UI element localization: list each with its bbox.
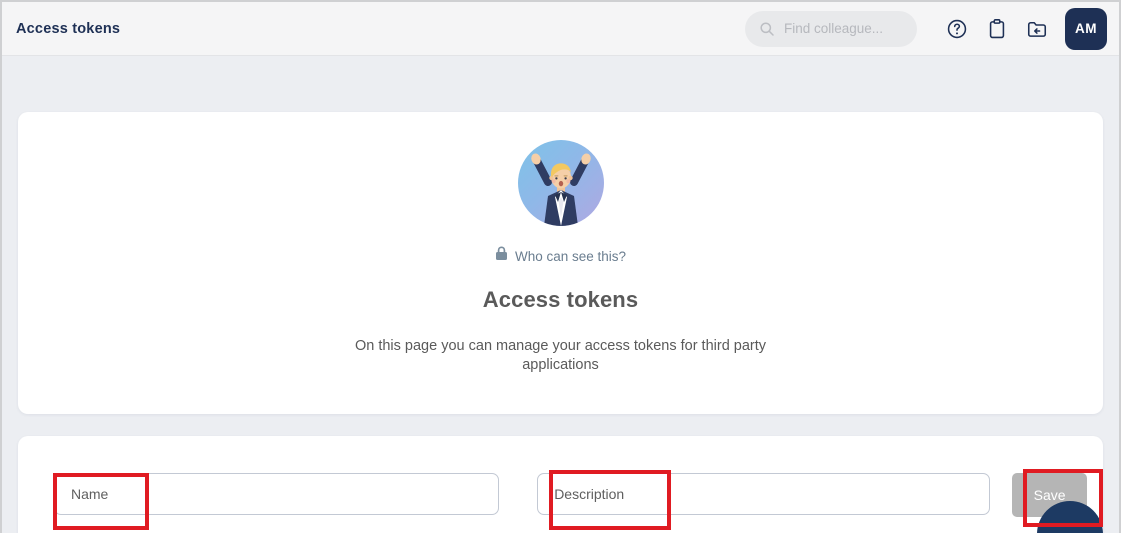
app-window: Access tokens Find colleague... AM Who c… [0,0,1121,533]
app-header: Access tokens Find colleague... AM [2,2,1119,56]
person-cheering-illustration [517,140,604,226]
who-can-see-this-label: Who can see this? [514,248,627,264]
help-icon[interactable] [937,9,977,49]
description-input[interactable]: Description [537,473,991,515]
lock-icon [495,246,508,266]
main-content: Who can see this? Access tokens On this … [2,56,1119,533]
description-input-label: Description [554,486,625,502]
avatar[interactable]: AM [1065,7,1107,50]
hero-description: On this page you can manage your access … [354,338,767,373]
hero-card: Who can see this? Access tokens On this … [18,112,1103,414]
hero-title: Access tokens [482,287,639,312]
search-input[interactable] [784,21,904,36]
header-actions: AM [745,7,1107,50]
clipboard-icon[interactable] [977,9,1017,49]
page-title: Access tokens [16,20,121,37]
token-form-card: Name Description Save [18,436,1103,533]
who-can-see-this-link[interactable]: Who can see this? [495,246,626,266]
name-input[interactable]: Name [54,473,500,515]
name-input-label: Name [71,486,109,502]
search-icon [759,21,775,37]
search-box[interactable] [745,10,917,47]
folder-back-icon[interactable] [1017,9,1057,49]
